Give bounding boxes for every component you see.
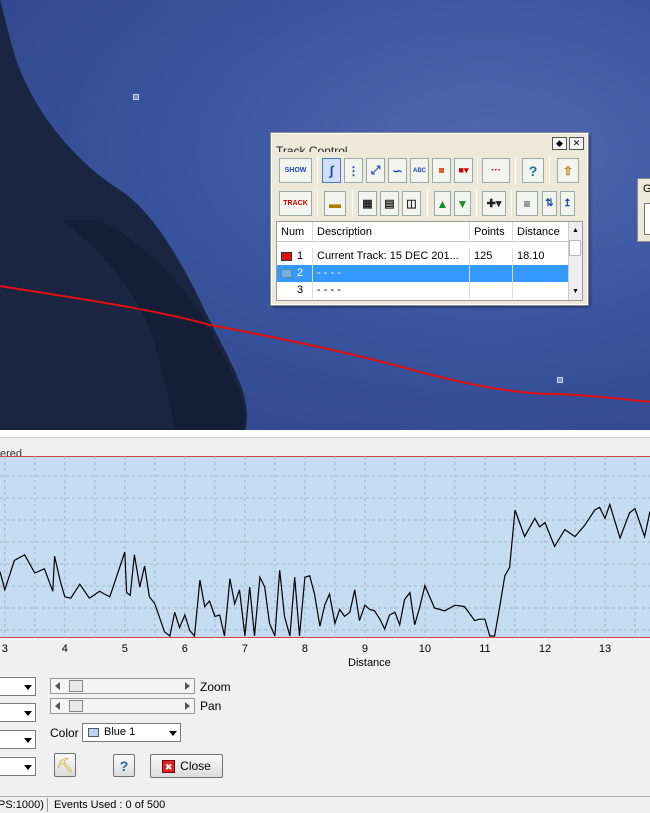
export-button[interactable]: ◫ xyxy=(402,191,421,216)
status-bar: PS:1000) Events Used : 0 of 500 xyxy=(0,796,650,813)
save-up-icon: ⇧ xyxy=(562,163,574,178)
x-tick-label: 10 xyxy=(418,643,432,655)
point-tool-button[interactable] xyxy=(432,158,451,183)
color-select[interactable]: Blue 1 xyxy=(82,723,181,742)
save-disk-button[interactable]: ▦ xyxy=(358,191,377,216)
window-title: Track Control xyxy=(276,144,348,152)
dropdown-1[interactable] xyxy=(0,677,36,696)
x-tick-label: 4 xyxy=(61,643,68,655)
profile-series-line xyxy=(0,502,650,638)
sort-icon: ⇅ xyxy=(545,198,554,209)
point-icon xyxy=(439,168,444,173)
column-num[interactable]: Num xyxy=(277,222,313,242)
zoom-slider[interactable] xyxy=(50,678,195,694)
x-tick-label: 9 xyxy=(361,643,368,655)
pan-slider[interactable] xyxy=(50,698,195,714)
pan-slider-thumb[interactable] xyxy=(69,700,83,712)
dock-toggle-button[interactable]: ◆ xyxy=(552,137,567,150)
track-color-swatch xyxy=(281,251,292,261)
plus-dropdown-icon: ✚▾ xyxy=(486,198,502,210)
zoom-label: Zoom xyxy=(200,680,231,694)
diagonal-icon: ⤢ xyxy=(370,163,381,177)
arrow-down-icon: ▼ xyxy=(456,196,469,211)
side-panel-edge[interactable]: G xyxy=(637,178,650,242)
waypoint-button[interactable]: ▬ xyxy=(324,191,346,216)
x-tick-label: 5 xyxy=(121,643,128,655)
x-tick-label: 12 xyxy=(538,643,552,655)
puzzle-icon: ⛏ xyxy=(56,756,74,773)
draw-line-button[interactable]: ∫ xyxy=(322,158,341,183)
diagonal-tool-button[interactable]: ⤢ xyxy=(366,158,385,183)
column-points[interactable]: Points xyxy=(470,222,513,242)
x-tick-label: 6 xyxy=(181,643,188,655)
x-tick-label: 11 xyxy=(479,643,491,655)
disk-icon: ▦ xyxy=(362,198,373,210)
move-down-button[interactable]: ▼ xyxy=(454,191,471,216)
pan-label: Pan xyxy=(200,699,222,713)
waypoint-icon: ▬ xyxy=(329,196,341,211)
profile-chart xyxy=(0,456,650,638)
close-button[interactable]: ✖ Close xyxy=(150,754,223,778)
arrow-up-icon: ▲ xyxy=(436,196,449,211)
help-button[interactable]: ? xyxy=(522,158,544,183)
map-marker[interactable] xyxy=(557,377,563,383)
track-row[interactable]: 1 Current Track: 15 DEC 201... 125 18.10 xyxy=(277,248,569,265)
dropdown-4[interactable] xyxy=(0,757,36,776)
dropdown-3[interactable] xyxy=(0,730,36,749)
tree-button[interactable]: ≡ xyxy=(516,191,538,216)
x-tick-label: 3 xyxy=(1,643,8,655)
column-description[interactable]: Description xyxy=(313,222,470,242)
curve-icon: ∽ xyxy=(392,163,403,178)
zoom-slider-thumb[interactable] xyxy=(69,680,83,692)
track-color-swatch xyxy=(281,268,292,278)
color-label: Color xyxy=(50,726,79,740)
status-left: PS:1000) xyxy=(0,799,44,811)
copy-icon: ▤ xyxy=(384,198,395,210)
column-distance[interactable]: Distance xyxy=(513,222,569,242)
copy-button[interactable]: ▤ xyxy=(380,191,399,216)
curve-tool-button[interactable]: ∽ xyxy=(388,158,407,183)
track-control-window: Track Control ◆ ✕ SHOW ∫ ⋮ ⤢ ∽ ABC ■▾ ··… xyxy=(271,133,588,305)
x-axis-label: Distance xyxy=(348,657,391,669)
split-track-button[interactable]: ··· xyxy=(482,158,510,183)
color-swatch xyxy=(88,728,99,737)
point-dropdown-icon: ■▾ xyxy=(458,165,469,175)
sort-button[interactable]: ⇅ xyxy=(542,191,557,216)
point-dropdown-button[interactable]: ■▾ xyxy=(454,158,473,183)
upload-button[interactable]: ↥ xyxy=(560,191,575,216)
split-icon: ··· xyxy=(491,165,501,176)
show-button[interactable]: SHOW xyxy=(279,158,312,183)
track-row[interactable]: 3 - - - - xyxy=(277,282,569,299)
track-list[interactable]: Num Description Points Distance 1 Curren… xyxy=(276,221,583,301)
track-row[interactable]: 2 - - - - xyxy=(277,265,569,282)
map-marker[interactable] xyxy=(133,94,139,100)
line-icon: ∫ xyxy=(329,163,334,178)
vertical-line-icon: ⋮ xyxy=(347,163,360,178)
help-button[interactable]: ? xyxy=(113,754,135,777)
track-button[interactable]: TRACK xyxy=(279,191,312,216)
export-icon: ◫ xyxy=(406,198,417,210)
status-events: Events Used : 0 of 500 xyxy=(54,799,166,811)
track-list-scrollbar[interactable]: ▲ ▼ xyxy=(568,222,582,300)
x-tick-label: 13 xyxy=(598,643,612,655)
close-window-button[interactable]: ✕ xyxy=(569,137,584,150)
dropdown-2[interactable] xyxy=(0,703,36,722)
extra-tool-button[interactable]: ⛏ xyxy=(54,753,76,777)
upload-icon: ↥ xyxy=(563,198,572,209)
track-list-header: Num Description Points Distance xyxy=(277,222,569,242)
move-up-button[interactable]: ▲ xyxy=(434,191,451,216)
save-up-button[interactable]: ⇧ xyxy=(557,158,579,183)
x-tick-label: 8 xyxy=(301,643,308,655)
tree-icon: ≡ xyxy=(523,196,531,211)
add-dropdown-button[interactable]: ✚▾ xyxy=(482,191,506,216)
vertical-tool-button[interactable]: ⋮ xyxy=(344,158,363,183)
abc-text-button[interactable]: ABC xyxy=(410,158,429,183)
close-icon: ✖ xyxy=(162,759,176,773)
x-tick-label: 7 xyxy=(241,643,248,655)
